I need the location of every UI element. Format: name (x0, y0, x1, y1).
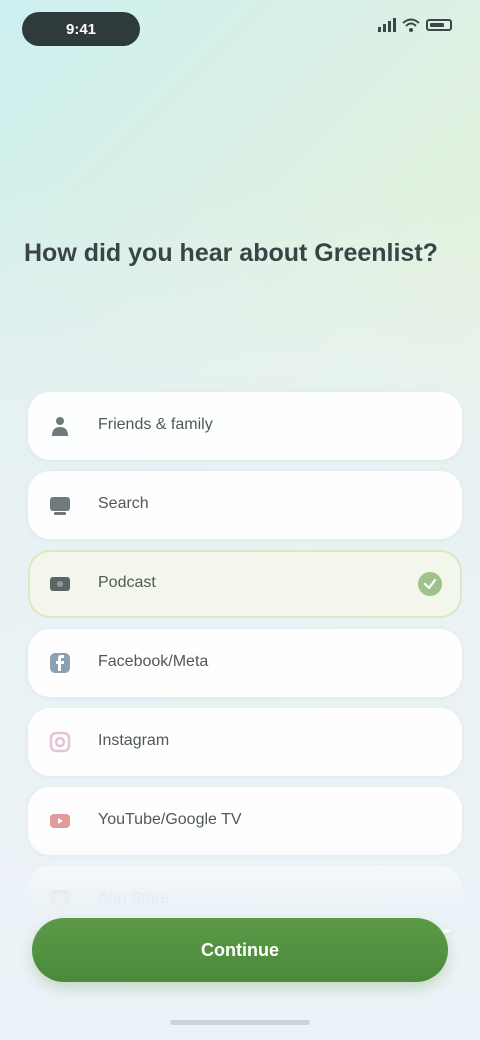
option-label: YouTube/Google TV (98, 811, 242, 828)
option-label: Instagram (98, 732, 170, 749)
options-list: Friends & family Search Podcast Facebook… (28, 392, 462, 945)
people-icon (46, 412, 74, 440)
search-icon (46, 491, 74, 519)
instagram-icon (46, 728, 74, 756)
check-icon (418, 572, 442, 596)
continue-button[interactable]: Continue (32, 918, 448, 982)
option-label: Friends & family (98, 416, 213, 433)
continue-button-label: Continue (201, 939, 279, 960)
status-time: 9:41 (65, 20, 97, 38)
option-youtube-google-tv[interactable]: YouTube/Google TV (28, 787, 462, 855)
home-indicator (170, 1020, 310, 1025)
option-friends-family[interactable]: Friends & family (28, 392, 462, 460)
mic-icon (46, 570, 74, 598)
status-time-pill: 9:41 (22, 12, 140, 46)
status-icons (378, 18, 452, 32)
option-instagram[interactable]: Instagram (28, 708, 462, 776)
facebook-icon (46, 649, 74, 677)
option-podcast[interactable]: Podcast (28, 550, 462, 618)
wifi-icon (402, 18, 420, 32)
option-label: App Store (98, 890, 170, 907)
option-facebook-meta[interactable]: Facebook/Meta (28, 629, 462, 697)
youtube-icon (46, 807, 74, 835)
option-label: Facebook/Meta (98, 653, 209, 670)
option-label: Podcast (98, 574, 156, 591)
question-title: How did you hear about Greenlist? (24, 239, 438, 267)
status-subtitle (80, 72, 340, 86)
status-bar: 9:41 (0, 0, 480, 60)
option-search[interactable]: Search (28, 471, 462, 539)
appstore-icon (46, 886, 74, 914)
battery-icon (426, 19, 452, 31)
onboarding-screen: 9:41 How did you hear about Greenlist? F… (0, 0, 480, 1040)
option-label: Search (98, 495, 149, 512)
signal-icon (378, 18, 396, 32)
